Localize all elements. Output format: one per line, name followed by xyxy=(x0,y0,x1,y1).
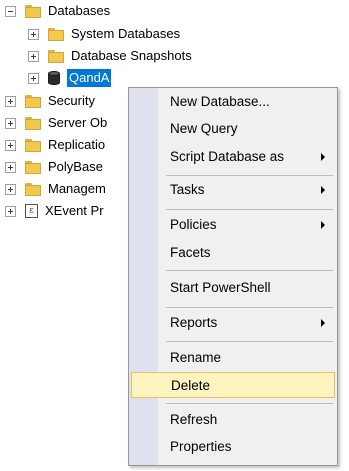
expand-icon[interactable] xyxy=(5,183,16,195)
expand-icon[interactable] xyxy=(5,117,16,129)
xevent-icon: ε xyxy=(25,204,38,218)
menu-item-delete[interactable]: Delete xyxy=(131,372,335,398)
tree-node-label: Security xyxy=(48,93,95,108)
tree-node-label-selected: QandA xyxy=(67,69,112,87)
menu-separator xyxy=(166,403,333,404)
menu-item-label: Policies xyxy=(170,217,217,232)
folder-icon xyxy=(25,116,41,130)
tree-node-replication[interactable]: Replicatio xyxy=(5,135,105,155)
tree-node-label: PolyBase xyxy=(48,159,103,174)
menu-item-tasks[interactable]: Tasks xyxy=(131,177,335,203)
folder-icon xyxy=(25,4,41,18)
menu-item-label: Tasks xyxy=(170,182,205,197)
submenu-arrow-icon xyxy=(321,153,325,161)
submenu-arrow-icon xyxy=(321,319,325,327)
tree-node-xevent-profiler[interactable]: ε XEvent Pr xyxy=(5,201,104,221)
expand-icon[interactable] xyxy=(28,28,39,40)
folder-icon xyxy=(25,94,41,108)
menu-item-label: Refresh xyxy=(170,412,218,427)
menu-item-label: Properties xyxy=(170,439,232,454)
tree-node-label: Managem xyxy=(48,181,106,196)
tree-node-polybase[interactable]: PolyBase xyxy=(5,157,103,177)
tree-node-security[interactable]: Security xyxy=(5,91,95,111)
expand-icon[interactable] xyxy=(28,50,39,62)
expand-icon[interactable] xyxy=(28,72,39,84)
folder-icon xyxy=(25,138,41,152)
tree-node-database-snapshots[interactable]: Database Snapshots xyxy=(28,46,192,66)
menu-separator xyxy=(166,270,333,271)
menu-item-label: Delete xyxy=(171,378,211,393)
menu-item-script-database-as[interactable]: Script Database as xyxy=(131,144,335,170)
folder-icon xyxy=(25,160,41,174)
folder-icon xyxy=(25,182,41,196)
menu-separator xyxy=(166,307,333,308)
expand-icon[interactable] xyxy=(5,161,16,173)
menu-item-policies[interactable]: Policies xyxy=(131,212,335,238)
submenu-arrow-icon xyxy=(321,186,325,194)
expand-icon[interactable] xyxy=(5,95,16,107)
tree-node-qanda[interactable]: QandA xyxy=(28,68,112,88)
expand-icon[interactable] xyxy=(5,139,16,151)
menu-item-facets[interactable]: Facets xyxy=(131,240,335,266)
menu-item-rename[interactable]: Rename xyxy=(131,345,335,371)
tree-node-databases[interactable]: Databases xyxy=(5,1,110,21)
menu-item-refresh[interactable]: Refresh xyxy=(131,407,335,433)
submenu-arrow-icon xyxy=(321,221,325,229)
tree-node-label: XEvent Pr xyxy=(45,203,104,218)
expand-icon[interactable] xyxy=(5,205,16,217)
tree-node-label: System Databases xyxy=(71,26,181,41)
menu-item-new-query[interactable]: New Query xyxy=(131,116,335,142)
menu-item-label: Script Database as xyxy=(170,149,285,164)
menu-item-properties[interactable]: Properties xyxy=(131,434,335,460)
menu-item-label: New Database... xyxy=(170,94,270,109)
menu-item-label: Reports xyxy=(170,315,218,330)
menu-item-new-database[interactable]: New Database... xyxy=(131,89,335,115)
tree-node-label: Replicatio xyxy=(48,137,106,152)
database-icon xyxy=(48,71,60,85)
tree-node-label: Server Ob xyxy=(48,115,108,130)
tree-node-label: Databases xyxy=(48,3,111,18)
collapse-icon[interactable] xyxy=(5,5,16,17)
menu-item-label: Start PowerShell xyxy=(170,280,271,295)
menu-item-start-powershell[interactable]: Start PowerShell xyxy=(131,275,335,301)
menu-separator xyxy=(166,209,333,210)
menu-item-reports[interactable]: Reports xyxy=(131,310,335,336)
menu-separator xyxy=(166,175,333,176)
tree-node-label: Database Snapshots xyxy=(71,48,192,63)
folder-icon xyxy=(48,49,64,63)
tree-node-server-objects[interactable]: Server Ob xyxy=(5,113,107,133)
menu-item-label: Facets xyxy=(170,245,211,260)
menu-item-label: Rename xyxy=(170,350,222,365)
tree-node-system-databases[interactable]: System Databases xyxy=(28,24,180,44)
tree-node-management[interactable]: Managem xyxy=(5,179,106,199)
menu-separator xyxy=(166,341,333,342)
menu-item-label: New Query xyxy=(170,121,238,136)
folder-icon xyxy=(48,27,64,41)
context-menu: New Database... New Query Script Databas… xyxy=(128,87,338,466)
